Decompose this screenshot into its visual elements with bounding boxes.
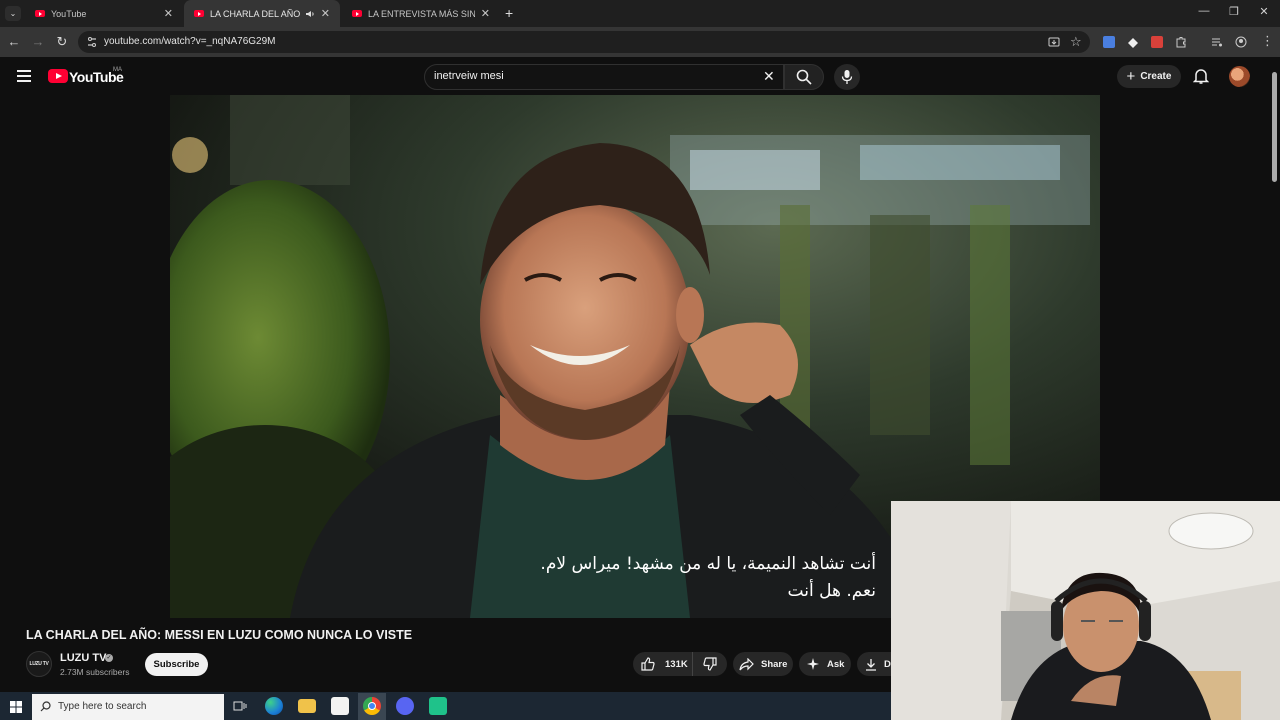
extensions-puzzle-icon[interactable]	[1175, 36, 1187, 48]
share-label: Share	[761, 658, 788, 670]
profile-icon[interactable]	[1235, 36, 1247, 48]
tab-title: LA CHARLA DEL AÑO: MES	[210, 8, 301, 19]
microphone-icon	[841, 70, 853, 84]
new-tab-button[interactable]: +	[505, 5, 513, 21]
browser-tab-active-video[interactable]: LA CHARLA DEL AÑO: MES ✕	[184, 0, 340, 27]
windows-start-icon[interactable]	[10, 701, 22, 713]
ask-label: Ask	[827, 658, 845, 670]
channel-avatar[interactable]: LUZU TV	[26, 651, 52, 677]
ask-button[interactable]: Ask	[799, 652, 851, 676]
video-captions: أنت تشاهد النميمة، يا له من مشهد! ميراس …	[528, 551, 876, 605]
clear-search-icon[interactable]: ✕	[763, 68, 775, 85]
forward-icon[interactable]: →	[30, 34, 46, 50]
install-app-icon[interactable]	[1048, 36, 1060, 48]
browser-menu-icon[interactable]: ⋮	[1261, 33, 1274, 49]
tab-title: LA ENTREVISTA MÁS SINCERA	[368, 8, 475, 19]
file-explorer-icon[interactable]	[298, 699, 316, 713]
task-view-icon[interactable]	[233, 700, 247, 712]
close-icon[interactable]: ✕	[164, 7, 173, 20]
caption-line: أنت تشاهد النميمة، يا له من مشهد! ميراس …	[540, 554, 876, 574]
verified-badge-icon: ✓	[105, 654, 113, 662]
close-icon[interactable]: ✕	[321, 7, 330, 20]
like-button[interactable]: 131K	[633, 652, 693, 676]
search-input[interactable]: inetrveiw mesi	[434, 70, 504, 82]
subscriber-count: 2.73M subscribers	[60, 667, 130, 677]
browser-tab-strip: ⌄ YouTube ✕ LA CHARLA DEL AÑO: MES ✕ LA …	[0, 0, 1280, 27]
thumbs-up-icon	[641, 657, 655, 671]
plus-icon: +	[1126, 68, 1136, 85]
url-text: youtube.com/watch?v=_nqNA76G29M	[104, 36, 276, 47]
search-button[interactable]	[784, 64, 824, 90]
account-avatar[interactable]	[1229, 66, 1250, 87]
webcam-feed-image	[891, 501, 1280, 720]
channel-name[interactable]: LUZU TV	[60, 652, 106, 664]
taskbar-search-placeholder: Type here to search	[58, 701, 147, 712]
video-title: LA CHARLA DEL AÑO: MESSI EN LUZU COMO NU…	[26, 628, 413, 642]
page-scrollbar-thumb[interactable]	[1272, 72, 1277, 182]
window-close-icon[interactable]: ✕	[1256, 5, 1272, 18]
search-icon	[796, 69, 812, 85]
edge-browser-icon[interactable]	[265, 697, 283, 715]
voice-search-button[interactable]	[834, 64, 860, 90]
dislike-button[interactable]	[693, 652, 727, 676]
browser-tab-youtube[interactable]: YouTube ✕	[25, 0, 183, 27]
subscribe-button[interactable]: Subscribe	[145, 653, 208, 676]
create-label: Create	[1140, 71, 1172, 82]
site-info-icon[interactable]	[86, 36, 98, 48]
like-count: 131K	[665, 658, 688, 670]
share-arrow-icon	[739, 657, 754, 670]
create-button[interactable]: + Create	[1117, 65, 1181, 88]
download-label: Do	[884, 658, 891, 670]
restore-icon[interactable]: ❐	[1226, 5, 1242, 18]
like-dislike-group: 131K	[633, 652, 727, 676]
share-button[interactable]: Share	[733, 652, 793, 676]
taskbar-search-icon	[40, 701, 51, 712]
bookmark-star-icon[interactable]: ☆	[1070, 34, 1082, 50]
notifications-bell-icon[interactable]	[1193, 68, 1209, 85]
green-app-icon[interactable]	[429, 697, 447, 715]
discord-app-icon[interactable]	[396, 697, 414, 715]
minimize-icon[interactable]: —	[1196, 5, 1212, 17]
close-icon[interactable]: ✕	[481, 7, 490, 20]
diamond-extension-icon[interactable]	[1127, 36, 1139, 48]
translate-extension-icon[interactable]	[1103, 36, 1115, 48]
youtube-favicon-icon	[194, 10, 204, 17]
speaker-icon[interactable]	[305, 9, 315, 19]
youtube-favicon-icon	[352, 10, 362, 17]
download-button[interactable]: Do	[857, 652, 891, 676]
youtube-logo-icon[interactable]	[48, 69, 68, 83]
browser-tab-entrevista[interactable]: LA ENTREVISTA MÁS SINCERA ✕	[342, 0, 500, 27]
download-icon	[866, 658, 876, 671]
sparkle-icon	[807, 658, 819, 670]
caption-line: نعم. هل أنت	[787, 581, 876, 601]
chrome-inner-dot	[368, 702, 376, 710]
reload-icon[interactable]: ↻	[54, 34, 70, 50]
tab-search-button[interactable]: ⌄	[5, 6, 21, 21]
microsoft-store-icon[interactable]	[331, 697, 349, 715]
thumbs-down-icon	[703, 657, 717, 671]
youtube-favicon-icon	[35, 10, 45, 17]
menu-icon[interactable]	[17, 70, 31, 82]
red-extension-icon[interactable]	[1151, 36, 1163, 48]
tab-title: YouTube	[51, 8, 87, 19]
back-icon[interactable]: ←	[6, 34, 22, 50]
media-control-icon[interactable]	[1211, 36, 1223, 48]
webcam-overlay	[891, 501, 1280, 720]
country-code: MA	[113, 67, 122, 73]
